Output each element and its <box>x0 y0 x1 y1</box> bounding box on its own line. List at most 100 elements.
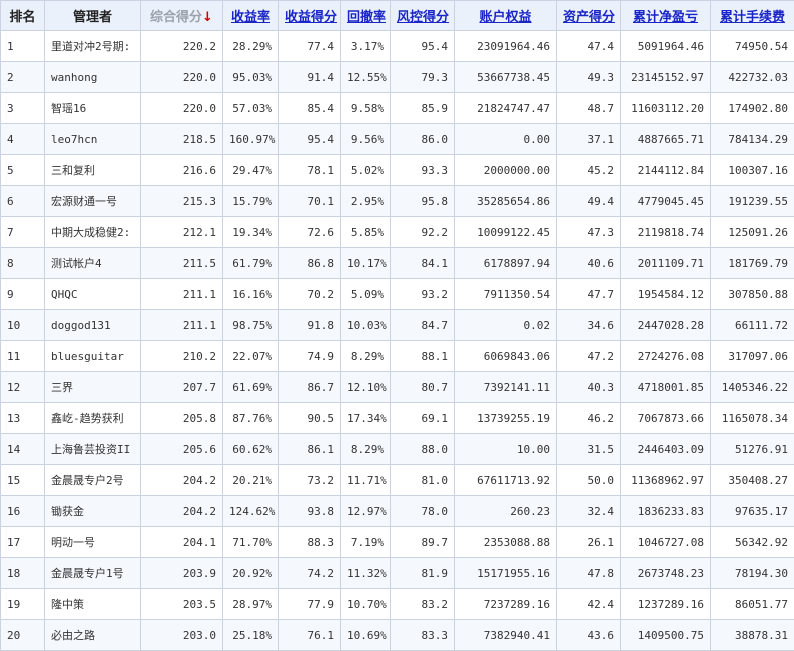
return-score-cell: 78.1 <box>279 155 341 186</box>
manager-name-cell: 鑫屹-趋势获利 <box>45 403 141 434</box>
table-row: 6宏源财通一号215.315.79%70.12.95%95.835285654.… <box>1 186 794 217</box>
risk-score-cell: 95.8 <box>391 186 455 217</box>
drawdown-cell: 12.10% <box>341 372 391 403</box>
drawdown-header[interactable]: 回撤率 <box>341 1 391 31</box>
composite-score-cell: 204.1 <box>141 527 223 558</box>
sort-cum-net-pnl-link[interactable]: 累计净盈亏 <box>633 10 698 25</box>
composite-score-header-label[interactable]: 综合得分 <box>150 10 202 25</box>
rank-cell: 3 <box>1 93 45 124</box>
return-score-cell: 88.3 <box>279 527 341 558</box>
manager-name-cell: 锄获金 <box>45 496 141 527</box>
composite-score-cell: 205.8 <box>141 403 223 434</box>
fees-cell: 350408.27 <box>711 465 794 496</box>
composite-score-cell: 215.3 <box>141 186 223 217</box>
asset-score-cell: 47.7 <box>557 279 621 310</box>
net-pnl-cell: 2144112.84 <box>621 155 711 186</box>
fees-cell: 1405346.22 <box>711 372 794 403</box>
net-pnl-cell: 2011109.71 <box>621 248 711 279</box>
sort-cum-fees-link[interactable]: 累计手续费 <box>720 10 785 25</box>
composite-score-cell: 211.1 <box>141 279 223 310</box>
rank-cell: 5 <box>1 155 45 186</box>
equity-cell: 10.00 <box>455 434 557 465</box>
risk-score-cell: 84.7 <box>391 310 455 341</box>
return-rate-header[interactable]: 收益率 <box>223 1 279 31</box>
drawdown-cell: 17.34% <box>341 403 391 434</box>
rank-cell: 6 <box>1 186 45 217</box>
drawdown-cell: 5.02% <box>341 155 391 186</box>
return-score-cell: 86.8 <box>279 248 341 279</box>
composite-score-header[interactable]: 综合得分↓ <box>141 1 223 31</box>
risk-score-cell: 81.0 <box>391 465 455 496</box>
fees-cell: 66111.72 <box>711 310 794 341</box>
fees-cell: 191239.55 <box>711 186 794 217</box>
risk-score-cell: 93.3 <box>391 155 455 186</box>
asset-score-cell: 31.5 <box>557 434 621 465</box>
return-score-cell: 73.2 <box>279 465 341 496</box>
table-row: 19隆中策203.528.97%77.910.70%83.27237289.16… <box>1 589 794 620</box>
equity-cell: 23091964.46 <box>455 31 557 62</box>
equity-cell: 6178897.94 <box>455 248 557 279</box>
table-row: 20必由之路203.025.18%76.110.69%83.37382940.4… <box>1 620 794 651</box>
composite-score-cell: 211.1 <box>141 310 223 341</box>
table-row: 4leo7hcn218.5160.97%95.49.56%86.00.0037.… <box>1 124 794 155</box>
table-row: 9QHQC211.116.16%70.25.09%93.27911350.544… <box>1 279 794 310</box>
table-row: 18金晨晟专户1号203.920.92%74.211.32%81.9151719… <box>1 558 794 589</box>
drawdown-cell: 11.71% <box>341 465 391 496</box>
table-row: 5三和复利216.629.47%78.15.02%93.32000000.004… <box>1 155 794 186</box>
return-rate-cell: 29.47% <box>223 155 279 186</box>
ranking-rows: 1里道对冲2号期:220.228.29%77.43.17%95.42309196… <box>1 31 794 651</box>
equity-cell: 7382940.41 <box>455 620 557 651</box>
return-score-cell: 76.1 <box>279 620 341 651</box>
composite-score-cell: 203.9 <box>141 558 223 589</box>
asset-score-cell: 49.4 <box>557 186 621 217</box>
net-pnl-cell: 7067873.66 <box>621 403 711 434</box>
manager-name-cell: wanhong <box>45 62 141 93</box>
manager-name-cell: doggod131 <box>45 310 141 341</box>
drawdown-cell: 12.55% <box>341 62 391 93</box>
cum-net-pnl-header[interactable]: 累计净盈亏 <box>621 1 711 31</box>
equity-cell: 15171955.16 <box>455 558 557 589</box>
asset-score-cell: 26.1 <box>557 527 621 558</box>
equity-cell: 6069843.06 <box>455 341 557 372</box>
return-rate-cell: 20.92% <box>223 558 279 589</box>
header-row: 排名 管理者 综合得分↓ 收益率 收益得分 回撤率 风控得分 账户权益 资产得分… <box>1 1 794 31</box>
drawdown-cell: 7.19% <box>341 527 391 558</box>
equity-header[interactable]: 账户权益 <box>455 1 557 31</box>
risk-score-cell: 83.2 <box>391 589 455 620</box>
sort-drawdown-link[interactable]: 回撤率 <box>347 10 386 25</box>
cum-fees-header[interactable]: 累计手续费 <box>711 1 794 31</box>
asset-score-cell: 47.8 <box>557 558 621 589</box>
composite-score-cell: 203.5 <box>141 589 223 620</box>
return-rate-cell: 95.03% <box>223 62 279 93</box>
table-row: 16锄获金204.2124.62%93.812.97%78.0260.2332.… <box>1 496 794 527</box>
asset-score-cell: 49.3 <box>557 62 621 93</box>
equity-cell: 67611713.92 <box>455 465 557 496</box>
return-rate-cell: 28.29% <box>223 31 279 62</box>
drawdown-cell: 11.32% <box>341 558 391 589</box>
net-pnl-cell: 2673748.23 <box>621 558 711 589</box>
asset-score-cell: 42.4 <box>557 589 621 620</box>
drawdown-cell: 8.29% <box>341 341 391 372</box>
return-score-header[interactable]: 收益得分 <box>279 1 341 31</box>
sort-return-score-link[interactable]: 收益得分 <box>285 10 337 25</box>
manager-header: 管理者 <box>45 1 141 31</box>
drawdown-cell: 10.69% <box>341 620 391 651</box>
asset-score-cell: 43.6 <box>557 620 621 651</box>
risk-score-cell: 78.0 <box>391 496 455 527</box>
equity-cell: 7237289.16 <box>455 589 557 620</box>
sort-return-rate-link[interactable]: 收益率 <box>231 10 270 25</box>
return-rate-cell: 28.97% <box>223 589 279 620</box>
asset-score-header[interactable]: 资产得分 <box>557 1 621 31</box>
risk-score-cell: 86.0 <box>391 124 455 155</box>
rank-cell: 8 <box>1 248 45 279</box>
table-row: 12三界207.761.69%86.712.10%80.77392141.114… <box>1 372 794 403</box>
asset-score-cell: 47.4 <box>557 31 621 62</box>
sort-asset-score-link[interactable]: 资产得分 <box>563 10 615 25</box>
return-rate-cell: 22.07% <box>223 341 279 372</box>
return-rate-cell: 15.79% <box>223 186 279 217</box>
asset-score-cell: 50.0 <box>557 465 621 496</box>
sort-risk-score-link[interactable]: 风控得分 <box>397 10 449 25</box>
risk-score-header[interactable]: 风控得分 <box>391 1 455 31</box>
risk-score-cell: 83.3 <box>391 620 455 651</box>
sort-equity-link[interactable]: 账户权益 <box>479 10 531 25</box>
